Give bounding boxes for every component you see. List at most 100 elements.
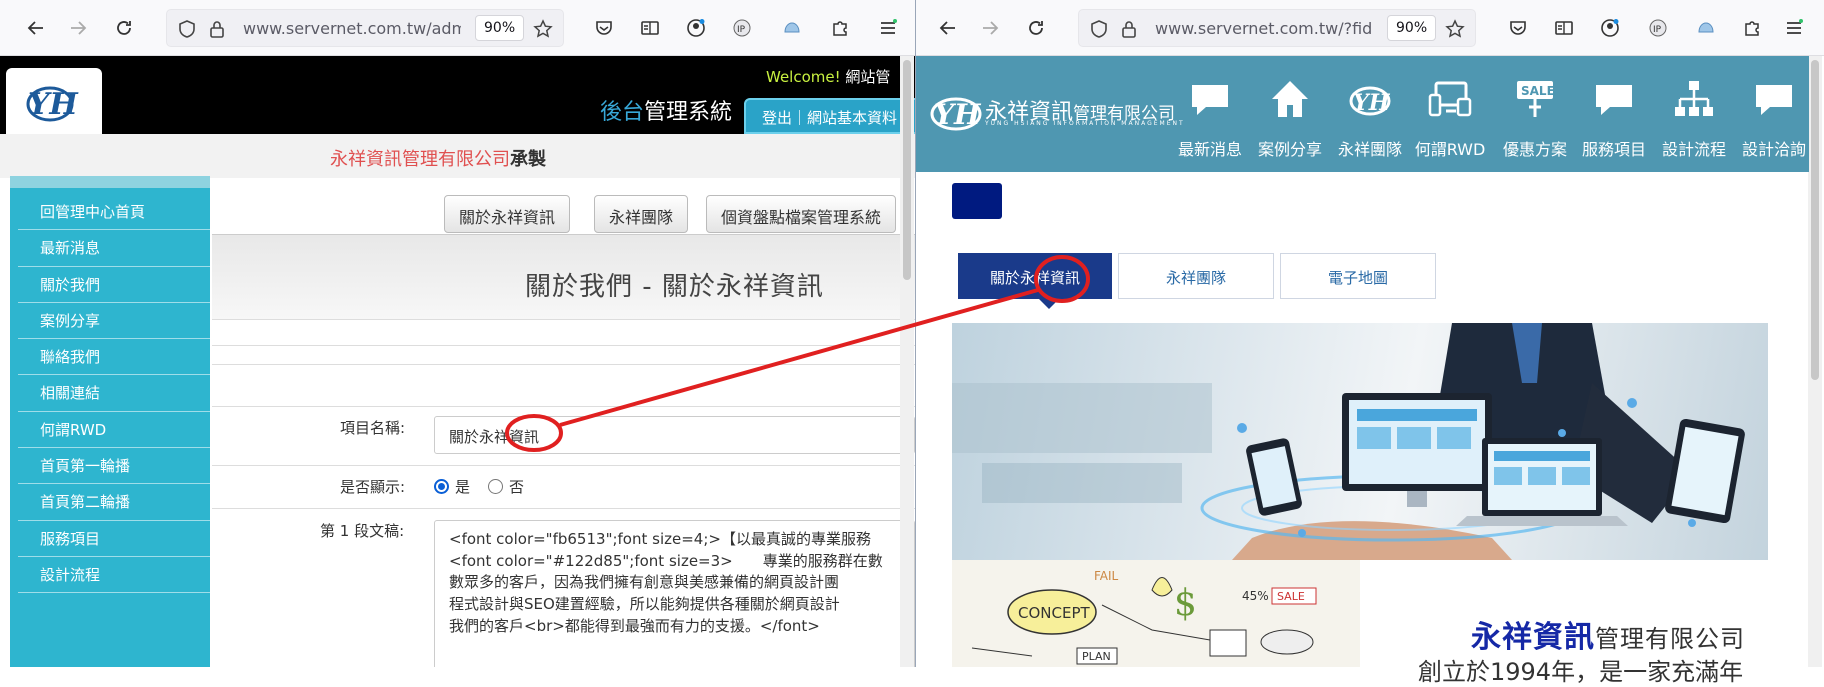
pocket-icon[interactable] bbox=[1504, 14, 1532, 42]
vpn-extension-icon[interactable] bbox=[778, 14, 806, 42]
vpn-extension-icon[interactable] bbox=[1692, 14, 1720, 42]
left-page-scrollbar[interactable] bbox=[900, 56, 914, 667]
site-nav-item[interactable]: 最新消息 bbox=[1170, 77, 1250, 161]
site-nav-item[interactable]: 服務項目 bbox=[1574, 77, 1654, 161]
zoom-level-badge[interactable]: 90% bbox=[1387, 15, 1437, 41]
tab-about[interactable]: 關於永祥資訊 bbox=[958, 253, 1112, 299]
menu-icon[interactable] bbox=[874, 14, 902, 42]
shield-icon[interactable] bbox=[1089, 19, 1109, 39]
account-icon[interactable] bbox=[1596, 14, 1624, 42]
site-nav-item[interactable]: 案例分享 bbox=[1250, 77, 1330, 161]
ip-extension-icon[interactable]: IP bbox=[728, 14, 756, 42]
sale-sign-icon: SALE bbox=[1513, 77, 1557, 121]
back-icon[interactable] bbox=[934, 14, 962, 42]
reader-view-icon[interactable] bbox=[1550, 14, 1578, 42]
divider bbox=[212, 465, 915, 466]
sidebar-item[interactable]: 回管理中心首頁 bbox=[18, 194, 210, 231]
admin-logo[interactable]: YH bbox=[6, 68, 102, 140]
sidebar-item[interactable]: 何謂RWD bbox=[18, 412, 210, 449]
about-company-subtitle: 創立於1994年，是一家充滿年 bbox=[1418, 658, 1744, 686]
sidebar-item[interactable]: 首頁第二輪播 bbox=[18, 484, 210, 521]
nav-button-about[interactable]: 關於永祥資訊 bbox=[444, 195, 571, 233]
sidebar-item[interactable]: 聯絡我們 bbox=[18, 339, 210, 376]
extensions-puzzle-icon[interactable] bbox=[826, 14, 854, 42]
display-radio-group: 是 否 bbox=[434, 476, 524, 497]
svg-text:YH: YH bbox=[934, 98, 982, 131]
extensions-puzzle-icon[interactable] bbox=[1738, 14, 1766, 42]
site-nav-item[interactable]: 設計洽詢 bbox=[1734, 77, 1814, 161]
divider bbox=[212, 406, 915, 407]
paragraph-textarea[interactable]: <font color="fb6513";font size=4;>【以最真誠的… bbox=[434, 520, 915, 667]
active-tab-pointer bbox=[1038, 298, 1060, 309]
paragraph-line: <font color="fb6513";font size=4;>【以最真誠的… bbox=[449, 530, 871, 548]
left-scroll-thumb[interactable] bbox=[903, 60, 911, 280]
sidebar-item[interactable]: 首頁第一輪播 bbox=[18, 448, 210, 485]
admin-sidebar: 回管理中心首頁 最新消息 關於我們 案例分享 聯絡我們 相關連結 何謂RWD 首頁第一輪播 首頁… bbox=[10, 176, 210, 667]
sketch-word-plan: PLAN bbox=[1082, 650, 1111, 663]
maker-company: 永祥資訊管理有限公司 bbox=[330, 149, 510, 170]
bookmark-star-icon[interactable] bbox=[533, 19, 553, 39]
sidebar-item[interactable]: 設計流程 bbox=[18, 557, 210, 594]
bookmark-star-icon[interactable] bbox=[1445, 19, 1465, 39]
sidebar-item[interactable]: 最新消息 bbox=[18, 230, 210, 267]
reload-icon[interactable] bbox=[1022, 14, 1050, 42]
address-bar[interactable]: www.servernet.com.tw/adm 90% bbox=[166, 9, 564, 47]
title-rest: 管理系統 bbox=[644, 100, 733, 125]
admin-system-title: 後台管理系統 bbox=[600, 94, 732, 126]
lock-icon[interactable] bbox=[1119, 19, 1139, 39]
menu-icon[interactable] bbox=[1780, 14, 1808, 42]
svg-text:IP: IP bbox=[737, 25, 746, 35]
sidebar-item[interactable]: 相關連結 bbox=[18, 375, 210, 412]
reload-icon[interactable] bbox=[110, 14, 138, 42]
page-title: 關於我們 - 關於永祥資訊 bbox=[525, 272, 824, 302]
display-no-label: 否 bbox=[509, 478, 525, 496]
pocket-icon[interactable] bbox=[590, 14, 618, 42]
display-no-radio[interactable] bbox=[488, 479, 504, 494]
nav-button-team[interactable]: 永祥團隊 bbox=[594, 195, 689, 233]
display-yes-label: 是 bbox=[455, 478, 471, 496]
left-browser-toolbar: www.servernet.com.tw/adm 90% IP bbox=[0, 0, 915, 56]
svg-text:SALE: SALE bbox=[1521, 84, 1555, 98]
welcome-prefix: Welcome! bbox=[766, 68, 841, 86]
tab-team[interactable]: 永祥團隊 bbox=[1118, 253, 1274, 299]
item-name-input[interactable]: 關於永祥資訊 bbox=[434, 416, 915, 454]
url-text: www.servernet.com.tw/adm bbox=[243, 19, 461, 38]
back-icon[interactable] bbox=[22, 14, 50, 42]
sidebar-item[interactable]: 服務項目 bbox=[18, 521, 210, 557]
site-logo-icon[interactable]: YH bbox=[928, 90, 986, 138]
display-label: 是否顯示: bbox=[340, 478, 406, 496]
tab-map[interactable]: 電子地圖 bbox=[1280, 253, 1436, 299]
address-bar[interactable]: www.servernet.com.tw/?fid= 90% bbox=[1078, 9, 1476, 47]
site-nav-item[interactable]: 何謂RWD bbox=[1410, 77, 1490, 161]
svg-text:YH: YH bbox=[28, 87, 79, 122]
display-yes-radio[interactable] bbox=[434, 479, 449, 494]
lock-icon[interactable] bbox=[207, 19, 227, 39]
site-nav-item[interactable]: YH 永祥團隊 bbox=[1330, 77, 1410, 161]
shield-icon[interactable] bbox=[177, 19, 197, 39]
sidebar-item[interactable]: 案例分享 bbox=[18, 303, 210, 340]
home-icon bbox=[1268, 77, 1312, 121]
account-icon[interactable] bbox=[682, 14, 710, 42]
ip-extension-icon[interactable]: IP bbox=[1644, 14, 1672, 42]
navy-block bbox=[952, 183, 1002, 219]
forward-icon[interactable] bbox=[64, 14, 92, 42]
sketch-word-fail: FAIL bbox=[1094, 569, 1119, 583]
site-nav-item[interactable]: 設計流程 bbox=[1654, 77, 1734, 161]
zoom-level-badge[interactable]: 90% bbox=[475, 15, 525, 41]
reader-view-icon[interactable] bbox=[636, 14, 664, 42]
logout-settings-tab[interactable]: 登出｜網站基本資料 bbox=[744, 98, 915, 134]
site-nav-item[interactable]: SALE 優惠方案 bbox=[1495, 77, 1575, 161]
site-brand-english: YUNG HSIANG INFORMATION MANAGEMENT bbox=[985, 120, 1185, 127]
yh-logo-icon: YH bbox=[1348, 77, 1392, 121]
svg-text:IP: IP bbox=[1653, 25, 1662, 35]
paragraph-label: 第 1 段文稿: bbox=[320, 522, 405, 540]
nav-button-privacy-system[interactable]: 個資盤點檔案管理系統 bbox=[706, 195, 897, 233]
about-title-rest: 管理有限公司 bbox=[1595, 625, 1745, 653]
sketch-word-concept: CONCEPT bbox=[1018, 604, 1090, 622]
left-browser-window: www.servernet.com.tw/adm 90% IP YH Welco… bbox=[0, 0, 915, 667]
forward-icon[interactable] bbox=[976, 14, 1004, 42]
sidebar-item[interactable]: 關於我們 bbox=[18, 267, 210, 303]
sidebar-top-strip bbox=[10, 176, 210, 188]
about-title-big: 永祥資訊 bbox=[1471, 620, 1595, 655]
title-highlight: 後台 bbox=[600, 100, 645, 125]
